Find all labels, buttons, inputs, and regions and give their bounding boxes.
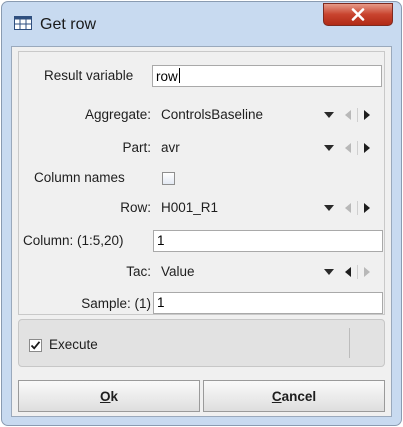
row-dropdown-arrow-icon[interactable] bbox=[322, 201, 336, 215]
column-label: Column: (1:5,20) bbox=[23, 233, 124, 248]
text-caret bbox=[178, 68, 180, 83]
table-icon bbox=[14, 16, 32, 30]
column-value: 1 bbox=[157, 233, 165, 248]
tac-next-icon[interactable] bbox=[360, 265, 374, 279]
execute-label: Execute bbox=[49, 337, 98, 352]
column-input[interactable]: 1 bbox=[153, 230, 383, 252]
execute-panel: Execute bbox=[18, 319, 385, 367]
cancel-button[interactable]: Cancel bbox=[203, 380, 385, 412]
close-icon bbox=[351, 8, 365, 21]
row-label: Row: bbox=[120, 200, 151, 215]
sample-label: Sample: (1) bbox=[81, 296, 151, 311]
sample-value: 1 bbox=[157, 295, 165, 310]
aggregate-next-icon[interactable] bbox=[360, 108, 374, 122]
result-variable-input[interactable]: row bbox=[152, 65, 382, 87]
aggregate-label: Aggregate: bbox=[84, 107, 151, 122]
dialog-content: Result variable row Aggregate: ControlsB… bbox=[11, 46, 392, 417]
ok-button[interactable]: Ok bbox=[18, 380, 200, 412]
row-next-icon[interactable] bbox=[360, 201, 374, 215]
divider bbox=[357, 108, 358, 122]
aggregate-dropdown-arrow-icon[interactable] bbox=[322, 108, 336, 122]
ok-label: k bbox=[110, 388, 119, 404]
execute-checkbox[interactable] bbox=[29, 339, 42, 352]
tac-prev-icon[interactable] bbox=[341, 265, 355, 279]
result-variable-label: Result variable bbox=[44, 68, 134, 83]
tac-label: Tac: bbox=[126, 264, 151, 279]
divider bbox=[357, 265, 358, 279]
column-names-label: Column names bbox=[34, 170, 125, 185]
parameters-group: Result variable row Aggregate: ControlsB… bbox=[18, 51, 385, 315]
part-next-icon[interactable] bbox=[360, 141, 374, 155]
cancel-mnemonic: C bbox=[271, 388, 282, 404]
title-bar[interactable]: Get row bbox=[2, 2, 401, 46]
part-label: Part: bbox=[122, 140, 151, 155]
divider bbox=[349, 328, 350, 358]
dialog-window: Get row Result variable row Aggregate: C… bbox=[1, 1, 402, 426]
checkmark-icon bbox=[30, 341, 41, 350]
result-variable-value: row bbox=[156, 69, 178, 84]
ok-mnemonic: O bbox=[99, 388, 111, 404]
part-dropdown-arrow-icon[interactable] bbox=[322, 141, 336, 155]
part-prev-icon[interactable] bbox=[341, 141, 355, 155]
aggregate-prev-icon[interactable] bbox=[341, 108, 355, 122]
window-title: Get row bbox=[40, 16, 97, 33]
aggregate-combo[interactable]: ControlsBaseline bbox=[161, 107, 263, 122]
part-combo[interactable]: avr bbox=[161, 140, 180, 155]
tac-combo[interactable]: Value bbox=[161, 264, 195, 279]
close-button[interactable] bbox=[323, 3, 393, 26]
divider bbox=[357, 141, 358, 155]
sample-input[interactable]: 1 bbox=[153, 292, 383, 314]
cancel-label: ancel bbox=[281, 388, 317, 404]
row-combo[interactable]: H001_R1 bbox=[161, 200, 218, 215]
column-names-checkbox[interactable] bbox=[162, 172, 175, 185]
divider bbox=[357, 201, 358, 215]
row-prev-icon[interactable] bbox=[341, 201, 355, 215]
tac-dropdown-arrow-icon[interactable] bbox=[322, 265, 336, 279]
